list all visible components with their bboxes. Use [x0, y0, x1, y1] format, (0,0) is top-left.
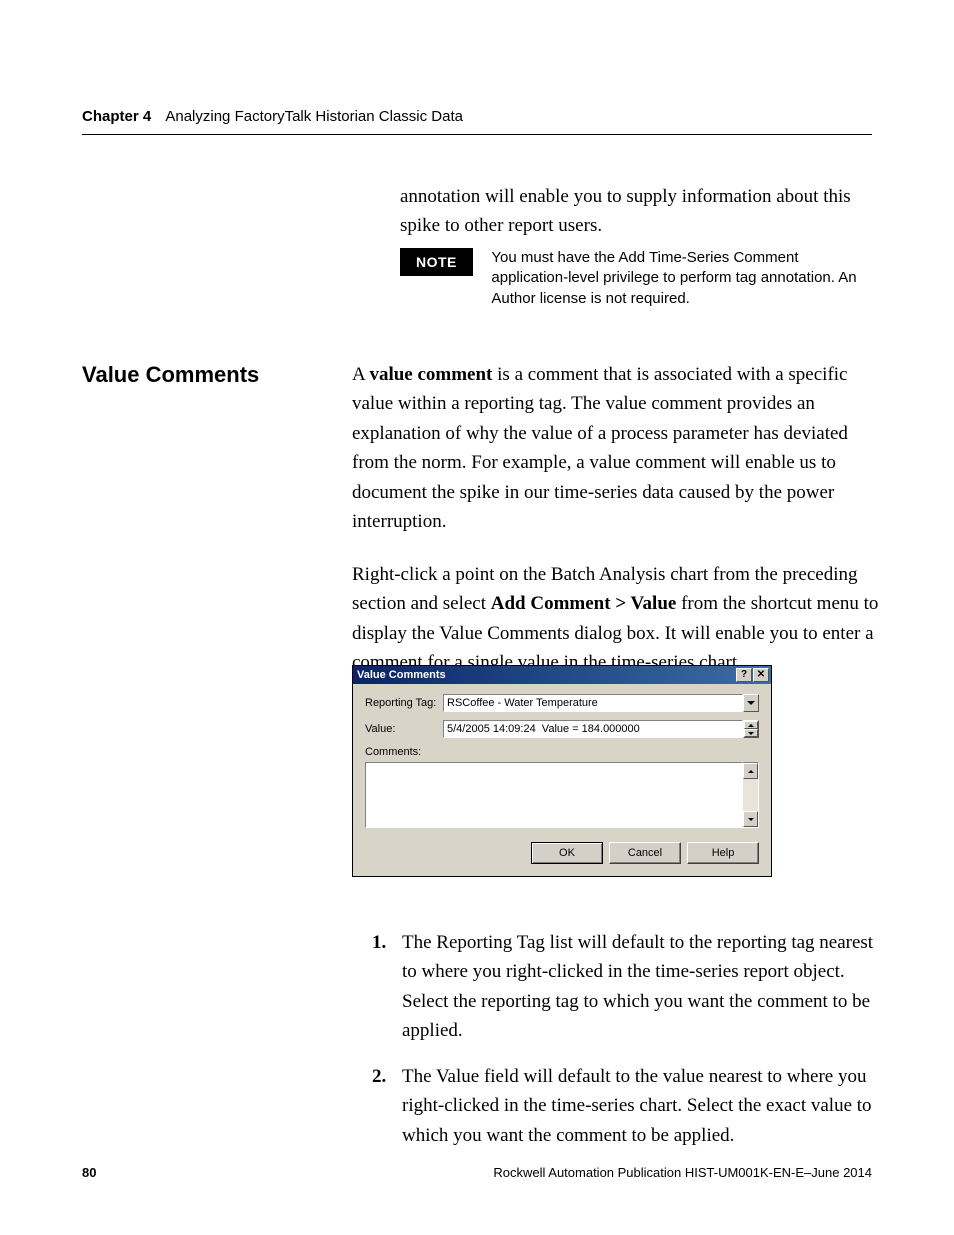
numbered-list: 1. The Reporting Tag list will default t… [372, 928, 880, 1166]
help-icon[interactable]: ? [736, 668, 752, 682]
publication-info: Rockwell Automation Publication HIST-UM0… [493, 1165, 872, 1180]
list-item: 2. The Value field will default to the v… [372, 1062, 880, 1150]
dialog-body: Reporting Tag: Value: Co [353, 684, 771, 876]
spinner-up-button[interactable] [744, 721, 758, 729]
chevron-up-icon [748, 724, 754, 727]
page-footer: 80 Rockwell Automation Publication HIST-… [82, 1165, 872, 1180]
chevron-down-icon [748, 732, 754, 735]
note-block: NOTE You must have the Add Time-Series C… [400, 248, 880, 309]
value-input[interactable] [443, 720, 743, 738]
scroll-down-button[interactable] [743, 811, 758, 827]
ok-button[interactable]: OK [531, 842, 603, 864]
page: Chapter 4 Analyzing FactoryTalk Historia… [0, 0, 954, 1235]
chapter-title: Analyzing FactoryTalk Historian Classic … [165, 108, 463, 125]
reporting-tag-input[interactable] [443, 694, 743, 712]
scroll-track[interactable] [743, 779, 758, 811]
list-item: 1. The Reporting Tag list will default t… [372, 928, 880, 1046]
dialog-titlebar[interactable]: Value Comments ? ✕ [353, 666, 771, 684]
section-heading: Value Comments [82, 362, 259, 388]
reporting-tag-dropdown-button[interactable] [743, 694, 759, 712]
reporting-tag-row: Reporting Tag: [365, 694, 759, 712]
comments-label: Comments: [365, 746, 759, 758]
value-spinner[interactable] [743, 720, 759, 738]
comments-scrollbar[interactable] [743, 762, 759, 828]
value-label: Value: [365, 723, 443, 735]
spinner-down-button[interactable] [744, 729, 758, 737]
titlebar-buttons: ? ✕ [736, 668, 769, 682]
value-comment-definition-paragraph: A value comment is a comment that is ass… [352, 360, 880, 537]
chevron-down-icon [747, 701, 755, 705]
value-row: Value: [365, 720, 759, 738]
instruction-paragraph: Right-click a point on the Batch Analysi… [352, 560, 880, 678]
note-badge: NOTE [400, 248, 473, 276]
page-header: Chapter 4 Analyzing FactoryTalk Historia… [82, 108, 872, 125]
chevron-up-icon [748, 770, 754, 773]
chevron-down-icon [748, 818, 754, 821]
comments-textarea[interactable] [365, 762, 743, 828]
value-comments-dialog: Value Comments ? ✕ Reporting Tag: Value: [352, 665, 772, 877]
list-number: 2. [372, 1062, 402, 1150]
list-number: 1. [372, 928, 402, 1046]
para-b-bold: Add Comment > Value [491, 593, 677, 614]
help-button[interactable]: Help [687, 842, 759, 864]
header-rule [82, 134, 872, 135]
list-text: The Reporting Tag list will default to t… [402, 928, 880, 1046]
cancel-button[interactable]: Cancel [609, 842, 681, 864]
intro-paragraph: annotation will enable you to supply inf… [400, 183, 880, 240]
para-a-bold: value comment [369, 364, 492, 385]
chapter-label: Chapter 4 [82, 108, 151, 125]
scroll-up-button[interactable] [743, 763, 758, 779]
comments-area [365, 762, 759, 828]
para-a-pre: A [352, 364, 369, 385]
close-icon[interactable]: ✕ [753, 668, 769, 682]
dialog-button-row: OK Cancel Help [365, 842, 759, 864]
list-text: The Value field will default to the valu… [402, 1062, 880, 1150]
reporting-tag-label: Reporting Tag: [365, 697, 443, 709]
para-a-post: is a comment that is associated with a s… [352, 364, 848, 532]
note-text: You must have the Add Time-Series Commen… [491, 248, 871, 309]
page-number: 80 [82, 1165, 96, 1180]
dialog-title: Value Comments [357, 669, 446, 681]
